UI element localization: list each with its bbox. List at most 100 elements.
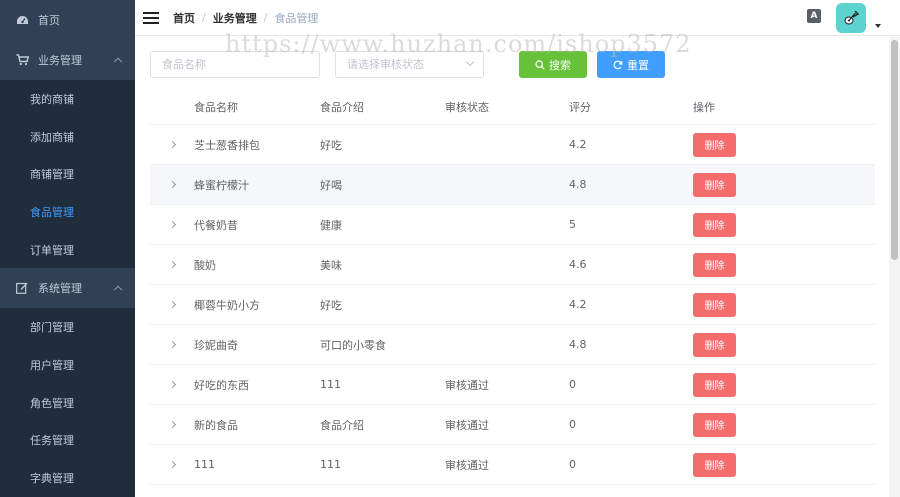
sidebar-item-users[interactable]: 用户管理: [0, 346, 135, 384]
expand-cell: [150, 300, 194, 309]
breadcrumb-home[interactable]: 首页: [173, 10, 195, 26]
sidebar-group-label: 系统管理: [38, 282, 82, 296]
expand-chevron-icon[interactable]: [168, 460, 176, 469]
food-name-cell: 蜂蜜柠檬汁: [194, 178, 249, 192]
food-name-cell: 好吃的东西: [194, 378, 249, 392]
delete-button[interactable]: 删除: [693, 252, 736, 277]
expand-cell: [150, 260, 194, 269]
expand-chevron-icon[interactable]: [168, 220, 176, 229]
operations-cell: 删除: [693, 292, 875, 317]
sidebar-item-dictionary[interactable]: 字典管理: [0, 459, 135, 497]
delete-button[interactable]: 删除: [693, 212, 736, 237]
review-status-cell: 审核通过: [445, 458, 489, 472]
food-desc-cell: 好喝: [320, 178, 342, 192]
sidebar-item-label: 商铺管理: [30, 168, 74, 182]
food-desc-cell: 111: [320, 458, 341, 471]
refresh-icon: [613, 60, 623, 70]
header-food-name: 食品名称: [194, 101, 238, 114]
sidebar-item-label: 任务管理: [30, 434, 74, 448]
delete-button[interactable]: 删除: [693, 452, 736, 477]
sidebar-item-label: 添加商铺: [30, 130, 74, 144]
score-cell: 4.8: [569, 338, 587, 351]
breadcrumb-business: 业务管理: [212, 11, 257, 25]
food-name-cell: 酸奶: [194, 258, 216, 272]
food-name-cell: 代餐奶昔: [194, 218, 238, 232]
food-name-input[interactable]: [150, 51, 320, 78]
edit-icon: [14, 282, 30, 295]
app-root: 首页 业务管理 我的商铺 添加商铺 商铺管理 食品管理 订单管理 系统管理 部门…: [0, 0, 900, 497]
sidebar-item-food-management[interactable]: 食品管理: [0, 193, 135, 231]
expand-chevron-icon[interactable]: [168, 380, 176, 389]
sidebar-item-tasks[interactable]: 任务管理: [0, 422, 135, 460]
score-cell: 4.8: [569, 178, 587, 191]
expand-chevron-icon[interactable]: [168, 300, 176, 309]
sidebar-item-shop-management[interactable]: 商铺管理: [0, 155, 135, 193]
caret-down-icon[interactable]: [875, 24, 881, 28]
delete-button[interactable]: 删除: [693, 292, 736, 317]
food-desc-cell: 健康: [320, 218, 342, 232]
scrollbar-thumb[interactable]: [891, 40, 898, 260]
chevron-up-icon: [113, 57, 123, 67]
food-desc-cell: 111: [320, 378, 341, 391]
sidebar-item-department[interactable]: 部门管理: [0, 308, 135, 346]
operations-cell: 删除: [693, 372, 875, 397]
sidebar-item-label: 我的商铺: [30, 92, 74, 106]
sidebar-group-business[interactable]: 业务管理: [0, 40, 135, 80]
table-row: 酸奶 美味 4.6 删除: [150, 245, 875, 285]
delete-button[interactable]: 删除: [693, 412, 736, 437]
delete-button[interactable]: 删除: [693, 132, 736, 157]
expand-chevron-icon[interactable]: [168, 420, 176, 429]
expand-cell: [150, 140, 194, 149]
operations-cell: 删除: [693, 332, 875, 357]
review-status-select[interactable]: [335, 51, 484, 78]
food-name-cell: 椰蓉牛奶小方: [194, 298, 260, 312]
reset-button[interactable]: 重置: [597, 51, 665, 78]
food-desc-cell: 好吃: [320, 138, 342, 152]
sidebar-item-order-management[interactable]: 订单管理: [0, 231, 135, 269]
chevron-up-icon: [113, 285, 123, 295]
hamburger-icon[interactable]: [143, 11, 159, 24]
score-cell: 0: [569, 378, 576, 391]
operations-cell: 删除: [693, 132, 875, 157]
reset-button-label: 重置: [627, 58, 649, 72]
sidebar-item-my-shop[interactable]: 我的商铺: [0, 80, 135, 118]
food-desc-cell: 美味: [320, 258, 342, 272]
score-cell: 4.2: [569, 298, 587, 311]
food-desc-cell: 好吃: [320, 298, 342, 312]
operations-cell: 删除: [693, 252, 875, 277]
search-button[interactable]: 搜索: [519, 51, 587, 78]
delete-button[interactable]: 删除: [693, 372, 736, 397]
delete-button[interactable]: 删除: [693, 172, 736, 197]
search-icon: [535, 59, 545, 70]
score-cell: 4.2: [569, 138, 587, 151]
sidebar-item-label: 角色管理: [30, 396, 74, 410]
table-row: 珍妮曲奇 可口的小零食 4.8 删除: [150, 325, 875, 365]
expand-chevron-icon[interactable]: [168, 260, 176, 269]
sidebar-item-add-shop[interactable]: 添加商铺: [0, 118, 135, 156]
delete-button[interactable]: 删除: [693, 332, 736, 357]
operations-cell: 删除: [693, 212, 875, 237]
avatar[interactable]: [836, 3, 866, 33]
expand-chevron-icon[interactable]: [168, 180, 176, 189]
language-icon[interactable]: A: [807, 9, 821, 23]
sidebar-group-system[interactable]: 系统管理: [0, 268, 135, 308]
expand-cell: [150, 380, 194, 389]
sidebar-item-home[interactable]: 首页: [0, 0, 135, 40]
expand-chevron-icon[interactable]: [168, 140, 176, 149]
table-row: 蜂蜜柠檬汁 好喝 4.8 删除: [150, 165, 875, 205]
food-name-cell: 芝士葱香排包: [194, 138, 260, 152]
sidebar-item-label: 首页: [38, 14, 60, 27]
breadcrumb-separator: /: [202, 11, 206, 24]
expand-chevron-icon[interactable]: [168, 340, 176, 349]
submenu-business: 我的商铺 添加商铺 商铺管理 食品管理 订单管理: [0, 80, 135, 269]
table-row: 好吃的东西 111 审核通过 0 删除: [150, 365, 875, 405]
expand-cell: [150, 220, 194, 229]
top-navbar: 首页 / 业务管理 / 食品管理 A: [135, 0, 900, 36]
score-cell: 4.6: [569, 258, 587, 271]
breadcrumb-current: 食品管理: [274, 11, 319, 25]
operations-cell: 删除: [693, 452, 875, 477]
sidebar-item-label: 部门管理: [30, 321, 74, 335]
sidebar-item-roles[interactable]: 角色管理: [0, 384, 135, 422]
expand-cell: [150, 340, 194, 349]
table-body: 芝士葱香排包 好吃 4.2 删除 蜂蜜柠檬汁 好喝 4.8 删除 代餐奶昔 健康 5 删除 酸奶 美味 4.…: [150, 125, 875, 485]
